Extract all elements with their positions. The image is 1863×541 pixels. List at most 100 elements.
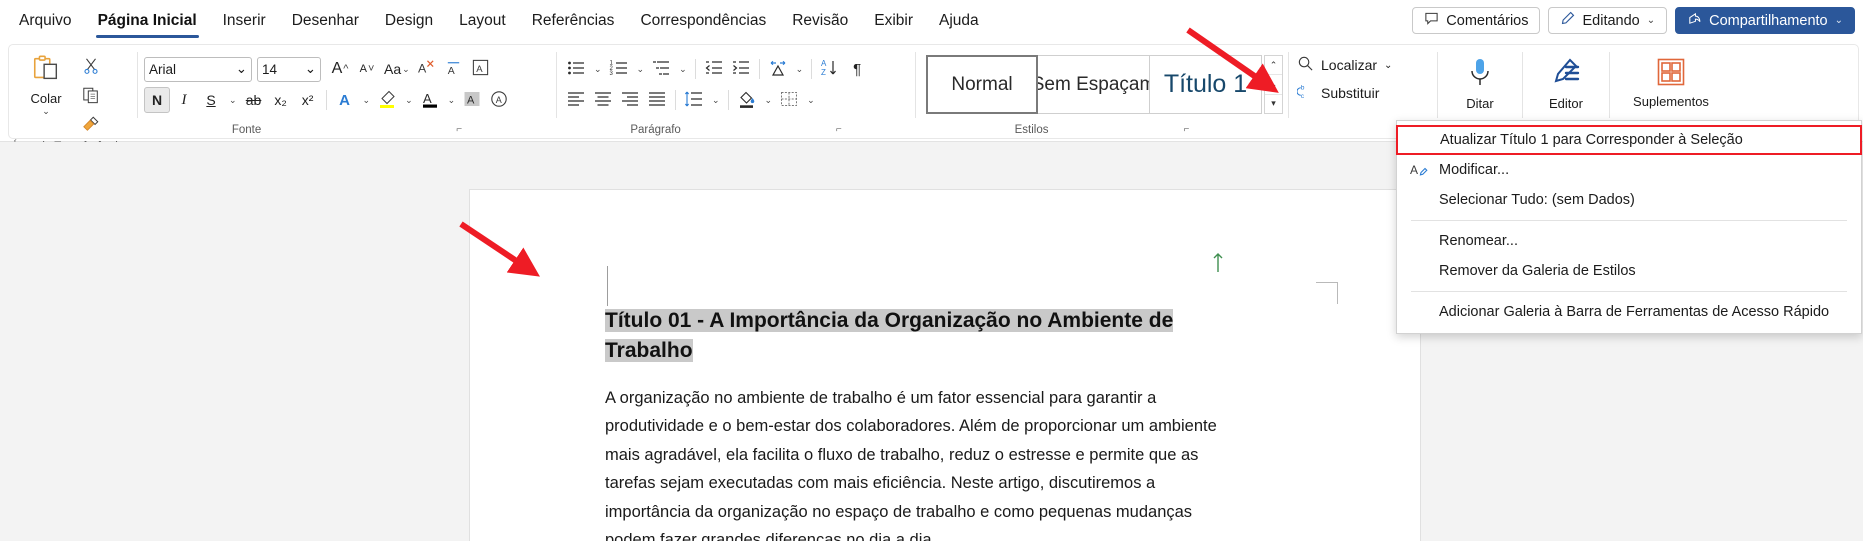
clear-formatting-icon: A — [417, 58, 436, 80]
align-left-button[interactable] — [563, 87, 589, 113]
text-effects-button[interactable]: A — [332, 87, 358, 113]
increase-indent-button[interactable] — [728, 56, 754, 82]
paragraph-spacing-button[interactable] — [765, 56, 791, 82]
align-right-button[interactable] — [617, 87, 643, 113]
cut-button[interactable] — [77, 55, 105, 81]
bullets-button[interactable] — [563, 56, 589, 82]
sort-button[interactable]: AZ — [817, 56, 843, 82]
menu-item-remover-galeria[interactable]: Remover da Galeria de Estilos — [1397, 256, 1861, 286]
style-item-titulo-1[interactable]: Título 1 — [1150, 55, 1262, 114]
group-styles-label: Estilos ⌐ — [1014, 122, 1190, 138]
font-size-input[interactable]: 14 ⌄ — [257, 56, 321, 82]
character-border-button[interactable]: A — [468, 56, 494, 82]
dictate-button[interactable]: Ditar — [1449, 53, 1511, 111]
text-highlight-button[interactable] — [374, 87, 400, 113]
italic-button[interactable]: I — [171, 87, 197, 113]
character-shading-button[interactable]: A — [459, 87, 485, 113]
paste-button[interactable]: Colar ⌄ — [15, 50, 77, 116]
document-page[interactable]: Título 01 - A Importância da Organização… — [470, 190, 1420, 541]
underline-button[interactable]: S — [198, 87, 224, 113]
line-spacing-dropdown[interactable]: ⌄ — [708, 87, 723, 113]
paragraph-dialog-launcher[interactable]: ⌐ — [836, 122, 842, 138]
paragraph-spacing-dropdown[interactable]: ⌄ — [792, 56, 807, 82]
highlight-dropdown[interactable]: ⌄ — [401, 87, 416, 113]
change-case-button[interactable]: Aa ⌄ — [381, 56, 413, 82]
font-dialog-launcher[interactable]: ⌐ — [456, 122, 462, 138]
shrink-font-button[interactable]: A ˅ — [354, 56, 380, 82]
styles-dialog-launcher[interactable]: ⌐ — [1184, 122, 1190, 138]
share-button[interactable]: Compartilhamento ⌄ — [1675, 7, 1855, 34]
line-spacing-button[interactable] — [681, 87, 707, 113]
numbering-button[interactable]: 123 — [606, 56, 632, 82]
tab-revisao[interactable]: Revisão — [779, 0, 861, 41]
menu-item-selecionar-tudo[interactable]: Selecionar Tudo: (sem Dados) — [1397, 185, 1861, 215]
editing-mode-button[interactable]: Editando ⌄ — [1548, 7, 1668, 34]
find-button[interactable]: Localizar ⌄ — [1297, 53, 1429, 77]
borders-button[interactable] — [776, 87, 802, 113]
styles-more-button[interactable]: ▾ — [1265, 95, 1282, 113]
tab-bar-actions: Comentários Editando ⌄ Compartilhamento … — [1412, 0, 1855, 41]
modify-style-icon: A — [1409, 160, 1429, 180]
show-formatting-marks-button[interactable]: ¶ — [844, 56, 870, 82]
strikethrough-button[interactable]: ab — [241, 87, 267, 113]
tab-desenhar[interactable]: Desenhar — [279, 0, 372, 41]
menu-item-modificar[interactable]: A Modificar... — [1397, 155, 1861, 185]
clear-formatting-button[interactable]: A — [414, 56, 440, 82]
document-heading[interactable]: Título 01 - A Importância da Organização… — [605, 306, 1245, 367]
tab-arquivo[interactable]: Arquivo — [6, 0, 85, 41]
chevron-down-icon: ⌄ — [795, 63, 804, 74]
bold-button[interactable]: N — [144, 87, 170, 113]
tab-ajuda[interactable]: Ajuda — [926, 0, 992, 41]
format-painter-button[interactable] — [77, 113, 105, 139]
addins-button[interactable]: Suplementos — [1616, 53, 1726, 109]
tab-inserir[interactable]: Inserir — [210, 0, 279, 41]
menu-item-atualizar-titulo[interactable]: Atualizar Título 1 para Corresponder à S… — [1396, 125, 1862, 155]
tab-pagina-inicial[interactable]: Página Inicial — [85, 0, 210, 41]
decrease-indent-button[interactable] — [701, 56, 727, 82]
styles-context-menu[interactable]: Atualizar Título 1 para Corresponder à S… — [1396, 120, 1862, 334]
copy-button[interactable] — [77, 84, 105, 110]
tab-layout[interactable]: Layout — [446, 0, 519, 41]
tab-exibir[interactable]: Exibir — [861, 0, 926, 41]
tab-design[interactable]: Design — [372, 0, 446, 41]
shading-button[interactable] — [734, 87, 760, 113]
multilevel-dropdown[interactable]: ⌄ — [675, 56, 690, 82]
align-center-button[interactable] — [590, 87, 616, 113]
style-item-sem-espacamento[interactable]: Sem Espaçam — [1038, 55, 1150, 114]
borders-dropdown[interactable]: ⌄ — [803, 87, 818, 113]
justify-button[interactable] — [644, 87, 670, 113]
align-right-icon — [620, 89, 640, 112]
chevron-down-icon: ⌄ — [679, 63, 687, 74]
numbering-dropdown[interactable]: ⌄ — [633, 56, 648, 82]
svg-text:A: A — [418, 61, 427, 75]
tab-referencias[interactable]: Referências — [519, 0, 628, 41]
chevron-down-icon: ⌄ — [594, 63, 602, 74]
superscript-button[interactable]: x² — [295, 87, 321, 113]
menu-item-adicionar-galeria-qat[interactable]: Adicionar Galeria à Barra de Ferramentas… — [1397, 297, 1861, 327]
underline-dropdown[interactable]: ⌄ — [225, 87, 240, 113]
tab-correspondencias[interactable]: Correspondências — [627, 0, 779, 41]
font-name-input[interactable]: Arial ⌄ — [144, 56, 252, 82]
comments-button[interactable]: Comentários — [1412, 7, 1541, 34]
grow-font-button[interactable]: A ^ — [327, 56, 353, 82]
editing-label: Editando — [1582, 12, 1640, 29]
shrink-font-icon: A — [359, 63, 367, 75]
text-effects-dropdown[interactable]: ⌄ — [359, 87, 374, 113]
subscript-button[interactable]: x₂ — [268, 87, 294, 113]
replace-button[interactable]: bc Substituir — [1296, 81, 1429, 105]
styles-scroll-down-button[interactable]: ⌄ — [1265, 75, 1282, 95]
tab-label: Design — [384, 11, 434, 29]
menu-item-renomear[interactable]: Renomear... — [1397, 226, 1861, 256]
editor-pen-icon — [1550, 57, 1582, 94]
text-effects-circle-button[interactable]: A — [486, 87, 512, 113]
style-item-normal[interactable]: Normal — [926, 55, 1038, 114]
shading-dropdown[interactable]: ⌄ — [761, 87, 776, 113]
document-paragraph[interactable]: A organização no ambiente de trabalho é … — [605, 384, 1245, 541]
bullets-dropdown[interactable]: ⌄ — [590, 56, 605, 82]
font-color-button[interactable]: A — [417, 87, 443, 113]
phonetic-guide-button[interactable]: A — [441, 56, 467, 82]
styles-scroll-up-button[interactable]: ⌃ — [1265, 56, 1282, 76]
font-color-dropdown[interactable]: ⌄ — [444, 87, 459, 113]
editor-button[interactable]: Editor — [1535, 53, 1597, 111]
multilevel-list-button[interactable] — [648, 56, 674, 82]
